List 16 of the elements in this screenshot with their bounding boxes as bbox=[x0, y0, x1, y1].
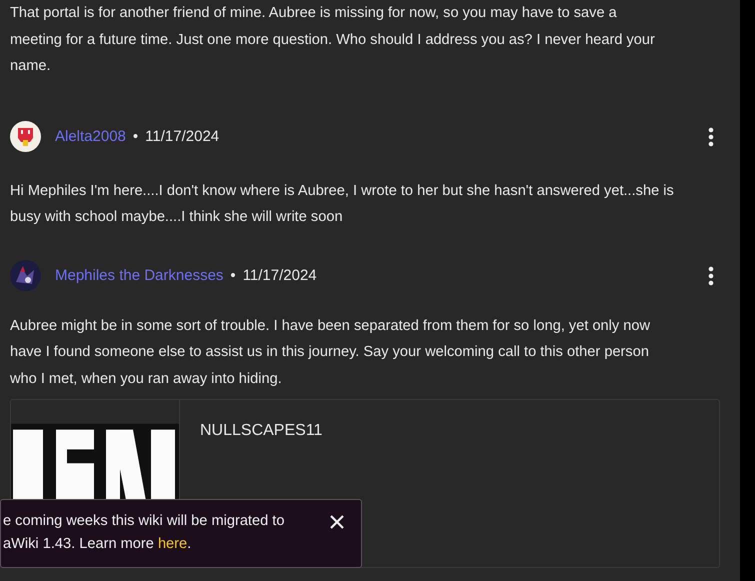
more-options-icon[interactable] bbox=[708, 266, 714, 286]
comment-text: Aubree might be in some sort of trouble. I have been separated from them for so long, yet only now have I found someone else to assist us in this journey. Say your welcoming call to this other person who I met, when you ran away into hiding. bbox=[10, 316, 652, 388]
more-options-icon[interactable] bbox=[708, 126, 714, 146]
author-link[interactable]: Alelta2008 bbox=[55, 128, 126, 145]
close-icon[interactable] bbox=[329, 514, 345, 530]
comment-text: That portal is for another friend of mine. Aubree is missing for now, so you may have to save a meeting for a future time. Just one more question. Who should I address you as? I never heard your name. bbox=[10, 4, 656, 76]
separator-dot: • bbox=[132, 128, 138, 145]
comment-date: 11/17/2024 bbox=[145, 128, 220, 145]
here-link[interactable]: here bbox=[158, 536, 188, 552]
avatar-icon[interactable] bbox=[10, 260, 41, 291]
author-link[interactable]: Mephiles the Darknesses bbox=[55, 267, 224, 284]
separator-dot: • bbox=[230, 267, 236, 284]
card-title: NULLSCAPES11 bbox=[200, 422, 322, 441]
avatar-icon[interactable] bbox=[10, 121, 41, 152]
comment-text: Hi Mephiles I'm here....I don't know where is Aubree, I wrote to her but she hasn't answered yet...she is busy with school maybe....I think she will write soon bbox=[10, 182, 675, 227]
comment-date: 11/17/2024 bbox=[242, 267, 317, 284]
